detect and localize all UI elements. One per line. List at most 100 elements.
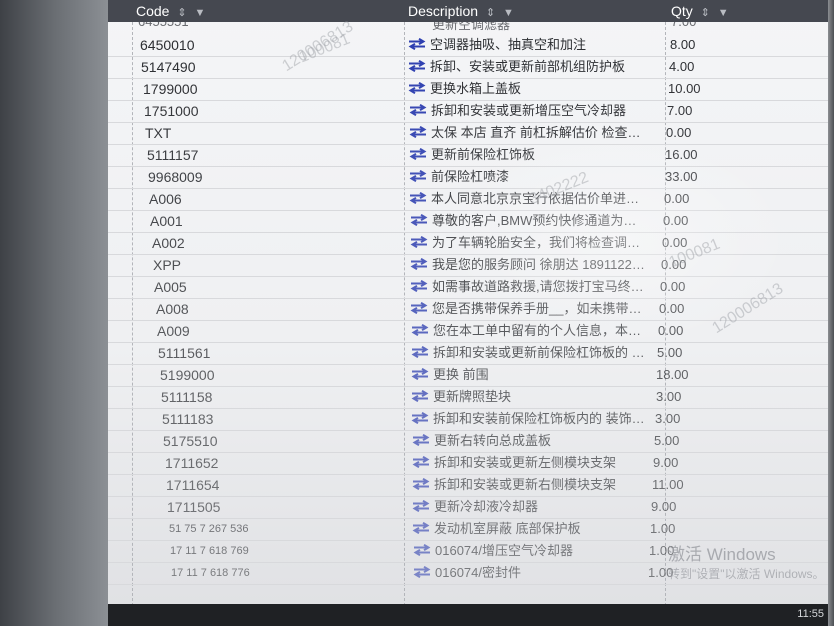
table-row[interactable]: TXT 太保 本店 直齐 前杠拆解估价 检查内部… 0.00 bbox=[108, 122, 830, 144]
swap-arrows-icon[interactable] bbox=[410, 214, 428, 226]
table-row[interactable]: 6450010 空调器抽吸、抽真空和加注 8.00 bbox=[108, 34, 830, 56]
swap-arrows-icon[interactable] bbox=[411, 346, 429, 358]
swap-arrows-icon[interactable] bbox=[409, 192, 427, 204]
row-divider bbox=[108, 584, 830, 585]
swap-arrows-icon[interactable] bbox=[411, 412, 429, 424]
row-qty: 8.00 bbox=[670, 37, 696, 52]
row-description-text: 太保 本店 直齐 前杠拆解估价 检查内部… bbox=[431, 125, 644, 140]
table-row[interactable]: A006 本人同意北京京宝行依据估价单进行拆… 0.00 bbox=[108, 188, 830, 210]
sort-icon[interactable]: ⇕ bbox=[177, 7, 186, 19]
table-row[interactable]: 1751000 拆卸和安装或更新增压空气冷却器 7.00 bbox=[108, 100, 830, 122]
row-description: 您在本工单中留有的个人信息，本公司… bbox=[411, 320, 646, 342]
row-description: 拆卸和安装或更新前保险杠饰板的 下… bbox=[411, 342, 646, 364]
table-row[interactable]: XPP 我是您的服务顾问 徐朋达 189112287… 0.00 bbox=[108, 254, 830, 276]
swap-arrows-icon[interactable] bbox=[410, 258, 428, 270]
row-qty: 11.00 bbox=[652, 477, 684, 492]
swap-arrows-icon[interactable] bbox=[408, 38, 426, 50]
row-qty: 4.00 bbox=[669, 59, 695, 74]
table-row[interactable]: 5147490 拆卸、安装或更新前部机组防护板 4.00 bbox=[108, 56, 830, 78]
table-row[interactable]: 1711654 拆卸和安装或更新右侧模块支架 11.00 bbox=[108, 474, 830, 496]
row-description: 更换水箱上盖板 bbox=[408, 78, 643, 100]
swap-arrows-icon[interactable] bbox=[412, 500, 430, 512]
table-row[interactable]: 1799000 更换水箱上盖板 10.00 bbox=[108, 78, 830, 100]
swap-arrows-icon[interactable] bbox=[410, 280, 428, 292]
row-code: 9968009 bbox=[148, 169, 203, 185]
row-description: 更新牌照垫块 bbox=[411, 386, 646, 408]
filter-icon[interactable]: ▼ bbox=[718, 7, 729, 19]
table-row[interactable]: 5111158 更新牌照垫块 3.00 bbox=[108, 386, 830, 408]
row-qty: 9.00 bbox=[653, 455, 679, 470]
swap-arrows-icon[interactable] bbox=[411, 390, 429, 402]
row-qty: 3.00 bbox=[655, 411, 681, 426]
filter-icon[interactable]: ▼ bbox=[194, 7, 205, 19]
row-qty: 18.00 bbox=[656, 367, 689, 382]
row-description: 016074/密封件 bbox=[413, 562, 648, 584]
row-description: 拆卸和安装或更新左侧模块支架 bbox=[412, 452, 647, 474]
row-description-text: 您是否携带保养手册__，如未携带我们… bbox=[432, 301, 645, 316]
table-row[interactable]: 9968009 前保险杠喷漆 33.00 bbox=[108, 166, 830, 188]
row-qty: 0.00 bbox=[660, 279, 686, 294]
swap-arrows-icon[interactable] bbox=[409, 126, 427, 138]
row-code: 1799000 bbox=[143, 81, 198, 97]
swap-arrows-icon[interactable] bbox=[409, 148, 427, 160]
swap-arrows-icon[interactable] bbox=[411, 368, 429, 380]
table-row[interactable]: A001 尊敬的客户,BMW预约快修通道为您提… 0.00 bbox=[108, 210, 830, 232]
swap-arrows-icon[interactable] bbox=[410, 236, 428, 248]
swap-arrows-icon[interactable] bbox=[409, 104, 427, 116]
taskbar-clock[interactable]: 11:55 bbox=[797, 608, 824, 620]
row-qty: 1.00 bbox=[650, 521, 676, 536]
swap-arrows-icon[interactable] bbox=[411, 324, 429, 336]
sort-icon[interactable]: ⇕ bbox=[701, 7, 710, 19]
row-code: 5111183 bbox=[162, 411, 214, 427]
swap-arrows-icon[interactable] bbox=[412, 522, 430, 534]
row-description: 前保险杠喷漆 bbox=[409, 166, 644, 188]
swap-arrows-icon[interactable] bbox=[408, 60, 426, 72]
row-description-text: 发动机室屏蔽 底部保护板 bbox=[434, 521, 581, 536]
table-row[interactable]: 5175510 更新右转向总成盖板 5.00 bbox=[108, 430, 830, 452]
row-description: 更新前保险杠饰板 bbox=[409, 144, 644, 166]
row-code: 51 75 7 267 536 bbox=[169, 523, 249, 535]
column-header-description[interactable]: Description ⇕ ▼ bbox=[408, 0, 514, 22]
table-row[interactable]: 51 75 7 267 536 发动机室屏蔽 底部保护板 1.00 bbox=[108, 518, 830, 540]
table-row[interactable]: 6455551 更新空调滤器 7.00 bbox=[108, 22, 830, 32]
swap-arrows-icon[interactable] bbox=[408, 82, 426, 94]
row-description-text: 前保险杠喷漆 bbox=[431, 169, 510, 184]
table-row[interactable]: 1711652 拆卸和安装或更新左侧模块支架 9.00 bbox=[108, 452, 830, 474]
sort-icon[interactable]: ⇕ bbox=[486, 7, 495, 19]
table-row[interactable]: 5199000 更换 前围 18.00 bbox=[108, 364, 830, 386]
table-row[interactable]: 5111561 拆卸和安装或更新前保险杠饰板的 下… 5.00 bbox=[108, 342, 830, 364]
row-code: A005 bbox=[154, 279, 187, 295]
row-description: 太保 本店 直齐 前杠拆解估价 检查内部… bbox=[409, 122, 644, 144]
swap-arrows-icon[interactable] bbox=[412, 456, 430, 468]
row-code: 17 11 7 618 769 bbox=[170, 545, 249, 557]
swap-arrows-icon[interactable] bbox=[413, 566, 431, 578]
screen: Code ⇕ ▼ Description ⇕ ▼ Qty ⇕ ▼ 6455551… bbox=[108, 0, 830, 626]
swap-arrows-icon[interactable] bbox=[409, 170, 427, 182]
swap-arrows-icon[interactable] bbox=[413, 544, 431, 556]
filter-icon[interactable]: ▼ bbox=[503, 7, 514, 19]
table-row[interactable]: 1711505 更新冷却液冷却器 9.00 bbox=[108, 496, 830, 518]
row-code: 6455551 bbox=[138, 22, 189, 30]
row-description: 更新空调滤器 bbox=[432, 22, 511, 32]
row-qty: 16.00 bbox=[665, 147, 698, 162]
windows-activation-notice: 激活 Windows 转到"设置"以激活 Windows。 bbox=[668, 540, 830, 582]
row-code: 5111561 bbox=[158, 345, 211, 361]
swap-arrows-icon[interactable] bbox=[412, 478, 430, 490]
row-description: 拆卸和安装前保险杠饰板内的 装饰格栅 bbox=[411, 408, 646, 430]
column-header-code[interactable]: Code ⇕ ▼ bbox=[136, 0, 205, 22]
table-row[interactable]: 5111157 更新前保险杠饰板 16.00 bbox=[108, 144, 830, 166]
table-row[interactable]: A005 如需事故道路救援,请您拨打宝马终身… 0.00 bbox=[108, 276, 830, 298]
row-qty: 0.00 bbox=[658, 323, 684, 338]
column-header-label: Qty bbox=[671, 3, 693, 19]
column-header-qty[interactable]: Qty ⇕ ▼ bbox=[671, 0, 729, 22]
row-qty: 9.00 bbox=[651, 499, 677, 514]
row-description-text: 如需事故道路救援,请您拨打宝马终身… bbox=[432, 279, 645, 294]
row-qty: 0.00 bbox=[666, 125, 692, 140]
row-qty: 0.00 bbox=[659, 301, 685, 316]
table-row[interactable]: 5111183 拆卸和安装前保险杠饰板内的 装饰格栅 3.00 bbox=[108, 408, 830, 430]
row-description-text: 016074/增压空气冷却器 bbox=[435, 543, 573, 558]
row-description: 拆卸、安装或更新前部机组防护板 bbox=[408, 56, 643, 78]
swap-arrows-icon[interactable] bbox=[410, 302, 428, 314]
swap-arrows-icon[interactable] bbox=[412, 434, 430, 446]
row-description: 您是否携带保养手册__，如未携带我们… bbox=[410, 298, 645, 320]
